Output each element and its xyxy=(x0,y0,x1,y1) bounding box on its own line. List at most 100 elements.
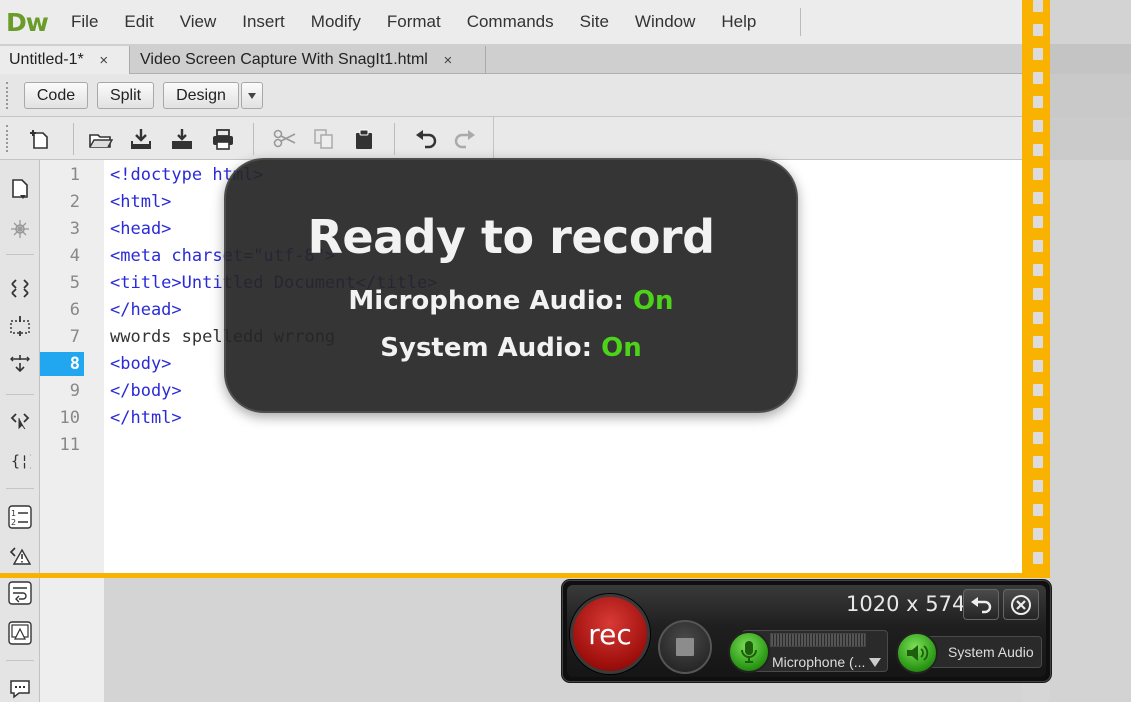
menu-bar: Dw File Edit View Insert Modify Format C… xyxy=(0,0,1131,44)
view-dropdown-button[interactable] xyxy=(241,82,263,109)
microphone-toggle-button[interactable] xyxy=(728,631,770,673)
code-line[interactable]: </html> xyxy=(110,406,182,430)
border-perforation xyxy=(1033,312,1043,324)
menu-divider xyxy=(800,8,801,36)
tab-close-icon[interactable]: × xyxy=(440,52,456,69)
system-audio-state: On xyxy=(601,333,642,363)
paste-icon[interactable] xyxy=(351,126,377,152)
background-band xyxy=(1050,44,1131,74)
line-number: 11 xyxy=(59,435,80,455)
tab-label: Video Screen Capture With SnagIt1.html xyxy=(140,51,428,68)
toolbar-divider xyxy=(394,123,395,155)
system-audio-toggle-button[interactable] xyxy=(896,632,938,674)
border-perforation xyxy=(1033,552,1043,564)
undo-icon[interactable] xyxy=(413,126,439,152)
collapse-full-tag-icon[interactable] xyxy=(7,274,33,300)
border-perforation xyxy=(1033,360,1043,372)
syntax-error-alerts-icon[interactable] xyxy=(7,620,33,646)
border-perforation xyxy=(1033,120,1043,132)
background-band xyxy=(1050,74,1131,117)
wrap-selection-icon[interactable] xyxy=(7,580,33,606)
stop-button[interactable] xyxy=(658,620,712,674)
menu-site[interactable]: Site xyxy=(580,12,609,32)
redo-icon[interactable] xyxy=(452,126,478,152)
line-number: 4 xyxy=(69,246,80,266)
select-parent-tag-icon[interactable] xyxy=(7,406,33,432)
line-number: 6 xyxy=(69,300,80,320)
print-icon[interactable] xyxy=(210,126,236,152)
svg-text:{¦}: {¦} xyxy=(11,452,31,470)
tab-untitled-1[interactable]: Untitled-1* × xyxy=(0,46,130,74)
menu-help[interactable]: Help xyxy=(721,12,756,32)
border-perforation xyxy=(1033,240,1043,252)
new-document-icon[interactable] xyxy=(26,126,52,152)
svg-text:2: 2 xyxy=(11,518,16,527)
capture-region-bottom-border[interactable] xyxy=(0,573,1050,578)
code-view-button[interactable]: Code xyxy=(24,82,88,109)
border-perforation xyxy=(1033,264,1043,276)
border-perforation xyxy=(1033,408,1043,420)
microphone-dropdown-icon[interactable] xyxy=(869,656,881,670)
microphone-select-label[interactable]: Microphone (... xyxy=(772,654,865,670)
ready-to-record-overlay: Ready to record Microphone Audio: On Sys… xyxy=(224,158,798,413)
capture-region-right-border[interactable] xyxy=(1022,0,1050,578)
toolbar-divider xyxy=(6,660,34,661)
overlay-title: Ready to record xyxy=(307,210,715,264)
line-number: 3 xyxy=(69,219,80,239)
toolbar-grip[interactable] xyxy=(6,125,10,152)
border-perforation xyxy=(1033,336,1043,348)
stop-icon xyxy=(676,638,694,656)
tab-label: Untitled-1* xyxy=(9,51,84,68)
tab-close-icon[interactable]: × xyxy=(96,52,112,69)
menu-format[interactable]: Format xyxy=(387,12,441,32)
collapse-selection-icon[interactable] xyxy=(7,313,33,339)
menu-view[interactable]: View xyxy=(180,12,217,32)
restart-selection-button[interactable] xyxy=(963,589,999,620)
cut-icon[interactable] xyxy=(272,126,298,152)
show-code-navigator-icon[interactable] xyxy=(7,216,33,242)
line-number: 2 xyxy=(69,192,80,212)
highlight-invalid-code-icon[interactable] xyxy=(7,542,33,568)
code-line[interactable]: <html> xyxy=(110,190,171,214)
balance-braces-icon[interactable]: {¦} xyxy=(7,447,33,473)
system-audio-label: System Audio: xyxy=(380,333,593,363)
open-documents-icon[interactable] xyxy=(7,176,33,202)
line-number: 10 xyxy=(59,408,80,428)
border-perforation xyxy=(1033,96,1043,108)
design-view-button[interactable]: Design xyxy=(163,82,239,109)
menu-window[interactable]: Window xyxy=(635,12,695,32)
tab-video-screen-capture[interactable]: Video Screen Capture With SnagIt1.html × xyxy=(131,46,486,74)
expand-all-icon[interactable] xyxy=(7,350,33,376)
dreamweaver-logo: Dw xyxy=(6,7,49,37)
toolbar-grip[interactable] xyxy=(6,82,10,109)
toolbar-divider xyxy=(253,123,254,155)
split-view-button[interactable]: Split xyxy=(97,82,154,109)
menu-insert[interactable]: Insert xyxy=(242,12,285,32)
copy-icon[interactable] xyxy=(311,126,337,152)
close-recorder-button[interactable] xyxy=(1003,589,1039,620)
code-line[interactable]: <head> xyxy=(110,217,171,241)
code-line[interactable]: </body> xyxy=(110,379,182,403)
code-line[interactable]: </head> xyxy=(110,298,182,322)
standard-toolbar xyxy=(0,117,1131,160)
code-line[interactable]: <body> xyxy=(110,352,171,376)
current-line-number: 8 xyxy=(40,352,84,376)
menu-file[interactable]: File xyxy=(71,12,98,32)
save-all-icon[interactable] xyxy=(169,126,195,152)
menu-modify[interactable]: Modify xyxy=(311,12,361,32)
border-perforation xyxy=(1033,480,1043,492)
menu-edit[interactable]: Edit xyxy=(124,12,153,32)
microphone-icon xyxy=(741,641,757,663)
background-band xyxy=(1050,117,1131,160)
apply-comment-icon[interactable] xyxy=(7,676,33,702)
save-icon[interactable] xyxy=(128,126,154,152)
menu-commands[interactable]: Commands xyxy=(467,12,554,32)
border-perforation xyxy=(1033,288,1043,300)
open-folder-icon[interactable] xyxy=(88,126,114,152)
border-perforation xyxy=(1033,504,1043,516)
record-button[interactable]: rec xyxy=(570,594,650,674)
chevron-down-icon xyxy=(248,92,256,99)
line-numbers-icon[interactable]: 12 xyxy=(7,504,33,530)
border-perforation xyxy=(1033,48,1043,60)
border-perforation xyxy=(1033,0,1043,12)
